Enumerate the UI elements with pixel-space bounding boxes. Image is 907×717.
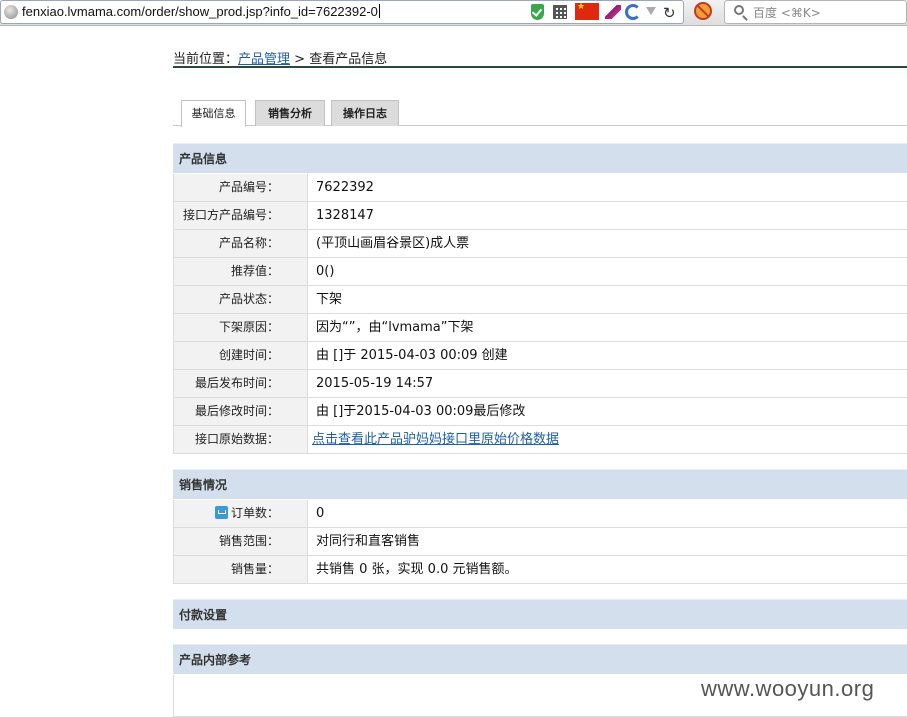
search-icon: [734, 5, 744, 15]
row-value: 7622392: [316, 180, 374, 195]
row-label: 产品名称：: [173, 230, 308, 257]
row-value: 共销售 0 张，实现 0.0 元销售额。: [316, 562, 518, 577]
watermark: www.wooyun.org: [701, 676, 875, 701]
feather-icon[interactable]: [605, 5, 621, 19]
search-placeholder[interactable]: 百度 <⌘K>: [753, 4, 821, 21]
row-label: 创建时间：: [173, 342, 308, 369]
reload-icon[interactable]: ↻: [663, 4, 676, 22]
row-value: 下架: [316, 292, 343, 307]
info-row-last-modified: 最后修改时间： 由 []于2015-04-03 00:09最后修改: [173, 398, 907, 426]
row-value: 1328147: [316, 208, 374, 223]
order-count-label: 订单数：: [230, 506, 279, 520]
info-row-product-id: 产品编号： 7622392: [173, 174, 907, 202]
tab-sales-analysis[interactable]: 销售分析: [255, 100, 325, 126]
breadcrumb-link-product-management[interactable]: 产品管理: [238, 52, 290, 67]
sales-row-sales-scope: 销售范围： 对同行和直客销售: [173, 528, 907, 556]
china-flag-icon[interactable]: [575, 2, 599, 20]
addon-blocked-icon[interactable]: [694, 2, 712, 20]
info-row-interface-product-id: 接口方产品编号： 1328147: [173, 202, 907, 230]
row-value: (平顶山画眉谷景区)成人票: [316, 236, 470, 251]
section-header-sales: 销售情况: [173, 469, 907, 499]
info-row-raw-data: 接口原始数据： 点击查看此产品驴妈妈接口里原始价格数据: [173, 426, 907, 454]
row-value: 0: [316, 506, 325, 521]
row-label: 接口方产品编号：: [173, 202, 308, 229]
breadcrumb-prefix: 当前位置：: [173, 52, 239, 67]
row-label: 推荐值：: [173, 258, 308, 285]
browser-toolbar: fenxiao.lvmama.com/order/show_prod.jsp?i…: [0, 0, 907, 26]
tab-operation-log[interactable]: 操作日志: [331, 100, 399, 126]
row-label: 最后发布时间：: [173, 370, 308, 397]
info-row-delist-reason: 下架原因： 因为“”，由“lvmama”下架: [173, 314, 907, 342]
info-row-product-name: 产品名称： (平顶山画眉谷景区)成人票: [173, 230, 907, 258]
info-row-created-time: 创建时间： 由 []于 2015-04-03 00:09 创建: [173, 342, 907, 370]
section-header-internal-reference: 产品内部参考: [173, 644, 907, 674]
cart-icon: [214, 506, 228, 519]
breadcrumb-current: 查看产品信息: [309, 52, 388, 67]
url-text[interactable]: fenxiao.lvmama.com/order/show_prod.jsp?i…: [22, 4, 380, 19]
section-header-payment-settings: 付款设置: [173, 599, 907, 629]
row-label: 下架原因：: [173, 314, 308, 341]
row-value: 由 []于2015-04-03 00:09最后修改: [316, 404, 526, 419]
info-row-product-status: 产品状态： 下架: [173, 286, 907, 314]
search-box[interactable]: 百度 <⌘K>: [724, 0, 907, 24]
row-label: 最后修改时间：: [173, 398, 308, 425]
row-value: 2015-05-19 14:57: [316, 376, 434, 391]
section-header-product-info: 产品信息: [173, 143, 907, 173]
row-label: 销售范围：: [173, 528, 308, 555]
row-value: 0(): [316, 264, 335, 279]
address-bar[interactable]: fenxiao.lvmama.com/order/show_prod.jsp?i…: [0, 0, 684, 24]
breadcrumb-separator: >: [290, 52, 310, 67]
sales-row-order-count: 订单数： 0: [173, 500, 907, 528]
info-row-last-published: 最后发布时间： 2015-05-19 14:57: [173, 370, 907, 398]
info-row-recommend-value: 推荐值： 0(): [173, 258, 907, 286]
row-value: 由 []于 2015-04-03 00:09 创建: [316, 348, 508, 363]
row-label: 产品状态：: [173, 286, 308, 313]
shield-icon[interactable]: [531, 4, 544, 20]
row-label: 产品编号：: [173, 174, 308, 201]
row-label: 接口原始数据：: [173, 426, 308, 453]
breadcrumb: 当前位置：产品管理 > 查看产品信息: [173, 48, 907, 68]
tab-basic-info[interactable]: 基础信息: [181, 100, 246, 127]
row-value: 因为“”，由“lvmama”下架: [316, 320, 474, 335]
tab-bar: 基础信息 销售分析 操作日志: [173, 100, 907, 127]
globe-icon: [4, 5, 18, 19]
row-label: 销售量：: [173, 556, 308, 583]
swirl-icon[interactable]: [625, 4, 641, 20]
row-value: 对同行和直客销售: [316, 534, 421, 549]
raw-price-data-link[interactable]: 点击查看此产品驴妈妈接口里原始价格数据: [312, 426, 559, 453]
row-label: 订单数：: [173, 500, 308, 527]
dropdown-icon[interactable]: [646, 7, 656, 15]
sales-row-sales-volume: 销售量： 共销售 0 张，实现 0.0 元销售额。: [173, 556, 907, 584]
qr-code-icon[interactable]: [553, 5, 567, 19]
